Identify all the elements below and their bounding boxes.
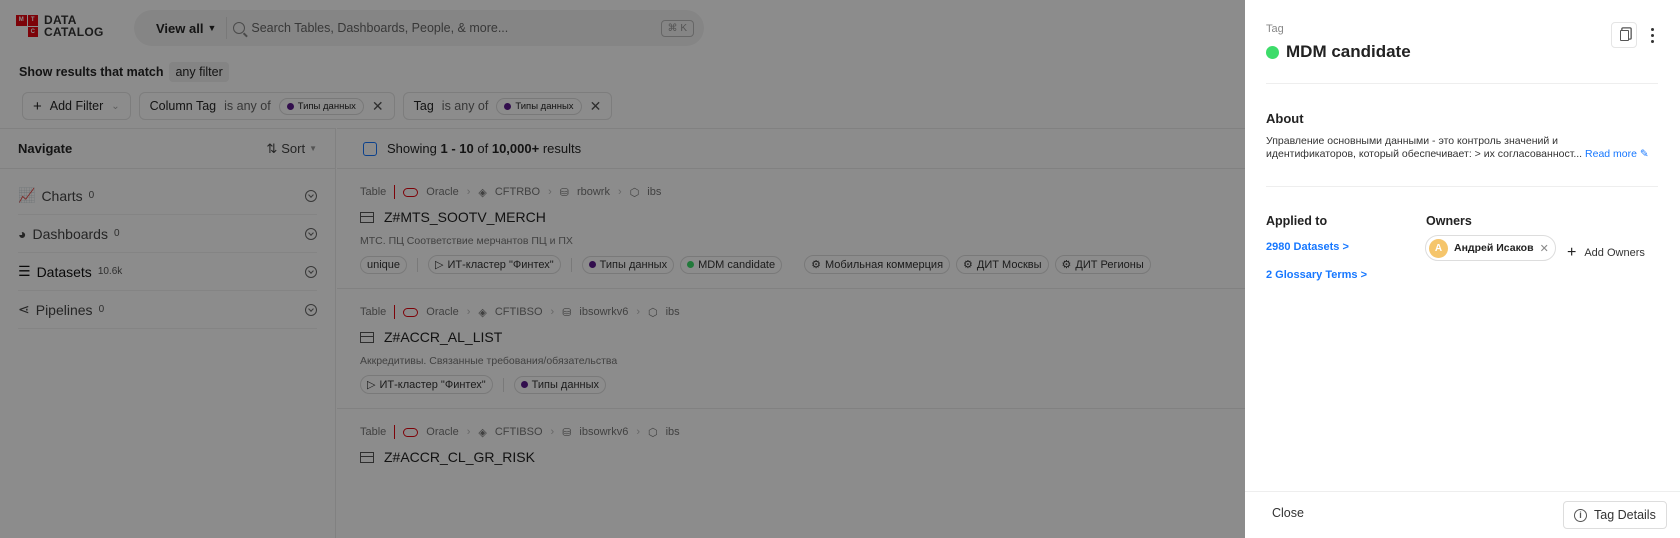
- owner-chip[interactable]: А Андрей Исаков ✕: [1425, 235, 1556, 261]
- modal-overlay[interactable]: [0, 0, 1245, 538]
- add-owners-button[interactable]: + Add Owners: [1567, 244, 1645, 262]
- remove-owner-icon[interactable]: ✕: [1540, 242, 1549, 255]
- close-button[interactable]: Close: [1272, 506, 1304, 520]
- tag-details-button[interactable]: i Tag Details: [1563, 501, 1667, 529]
- avatar: А: [1429, 238, 1448, 258]
- applied-datasets-link[interactable]: 2980 Datasets >: [1266, 241, 1349, 253]
- about-heading: About: [1266, 111, 1304, 126]
- copy-icon: [1619, 29, 1629, 41]
- about-text: Управление основными данными - это контр…: [1266, 135, 1649, 160]
- applied-glossary-link[interactable]: 2 Glossary Terms >: [1266, 269, 1367, 281]
- copy-button[interactable]: [1611, 22, 1637, 48]
- plus-icon: +: [1567, 244, 1577, 261]
- drawer-title: MDM candidate: [1266, 42, 1411, 62]
- pencil-icon: ✎: [1639, 148, 1649, 160]
- tag-drawer: Tag MDM candidate About Управление основ…: [1245, 0, 1680, 538]
- drawer-footer: Close i Tag Details: [1245, 491, 1680, 538]
- tag-color-dot: [1266, 45, 1279, 59]
- more-options-button[interactable]: [1645, 22, 1659, 48]
- entity-type-label: Tag: [1266, 23, 1284, 35]
- applied-to-heading: Applied to: [1266, 214, 1328, 228]
- info-icon: i: [1574, 508, 1587, 522]
- owners-heading: Owners: [1426, 214, 1472, 228]
- read-more-link[interactable]: Read more ✎: [1585, 148, 1649, 160]
